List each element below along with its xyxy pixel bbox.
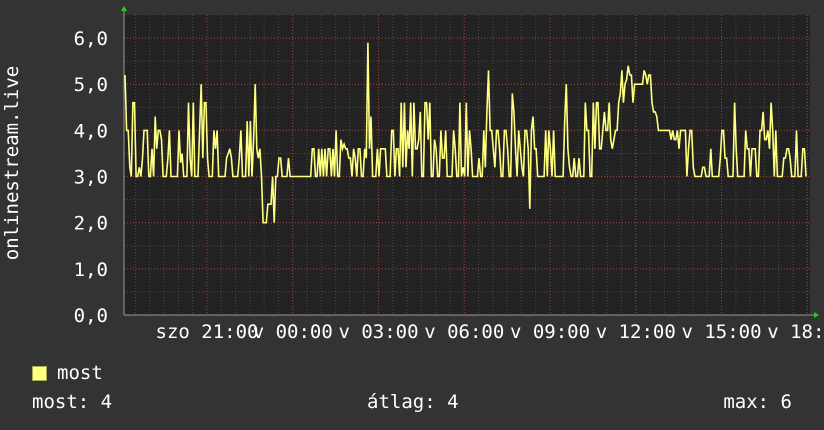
x-tick-label: szo 21:00: [156, 321, 259, 343]
y-axis-arrow: [121, 6, 127, 11]
stat-current: most: 4: [32, 391, 112, 413]
x-tick-label: v 03:00: [338, 321, 418, 343]
y-axis-ticks: 0,0 1,0 2,0 3,0 4,0 5,0 6,0: [74, 28, 108, 327]
stat-current-label: most:: [32, 391, 90, 413]
stat-max-value: 6: [780, 391, 792, 413]
x-axis-arrow: [814, 312, 819, 318]
y-axis-label: onlinestream.live: [1, 66, 23, 260]
y-tick-label: 3,0: [74, 167, 108, 189]
y-tick-label: 4,0: [74, 120, 108, 142]
x-tick-label: v 06:00: [424, 321, 504, 343]
legend-label-most: most: [57, 362, 103, 384]
stat-current-value: 4: [100, 391, 113, 413]
y-tick-label: 6,0: [74, 28, 108, 50]
y-tick-label: 1,0: [74, 259, 108, 281]
legend-swatch-most: [32, 365, 47, 381]
stat-average-value: 4: [447, 391, 459, 413]
stat-average-label: átlag:: [367, 391, 436, 413]
x-tick-label: v 09:00: [510, 321, 590, 343]
y-tick-label: 2,0: [74, 213, 108, 235]
x-axis-ticks: szo 21:00v 00:00 v 03:00 v 06:00 v 09:00 v 1…: [156, 321, 824, 343]
x-tick-label: v 15:00: [681, 321, 761, 343]
y-tick-label: 5,0: [74, 74, 108, 96]
y-tick-label: 0,0: [74, 305, 108, 327]
x-tick-label: v 12:00: [596, 321, 676, 343]
x-tick-label: v 00:00: [253, 321, 333, 343]
x-tick-label: v 18:00: [767, 321, 824, 343]
stat-max-label: max:: [723, 391, 770, 413]
legend: most: [32, 362, 103, 384]
stat-max: max: 6: [723, 391, 792, 413]
line-chart: 0,01,02,03,04,05,06,0 szo 21:00v 00:00 v …: [1, 6, 824, 343]
stat-average: átlag: 4: [367, 391, 459, 413]
